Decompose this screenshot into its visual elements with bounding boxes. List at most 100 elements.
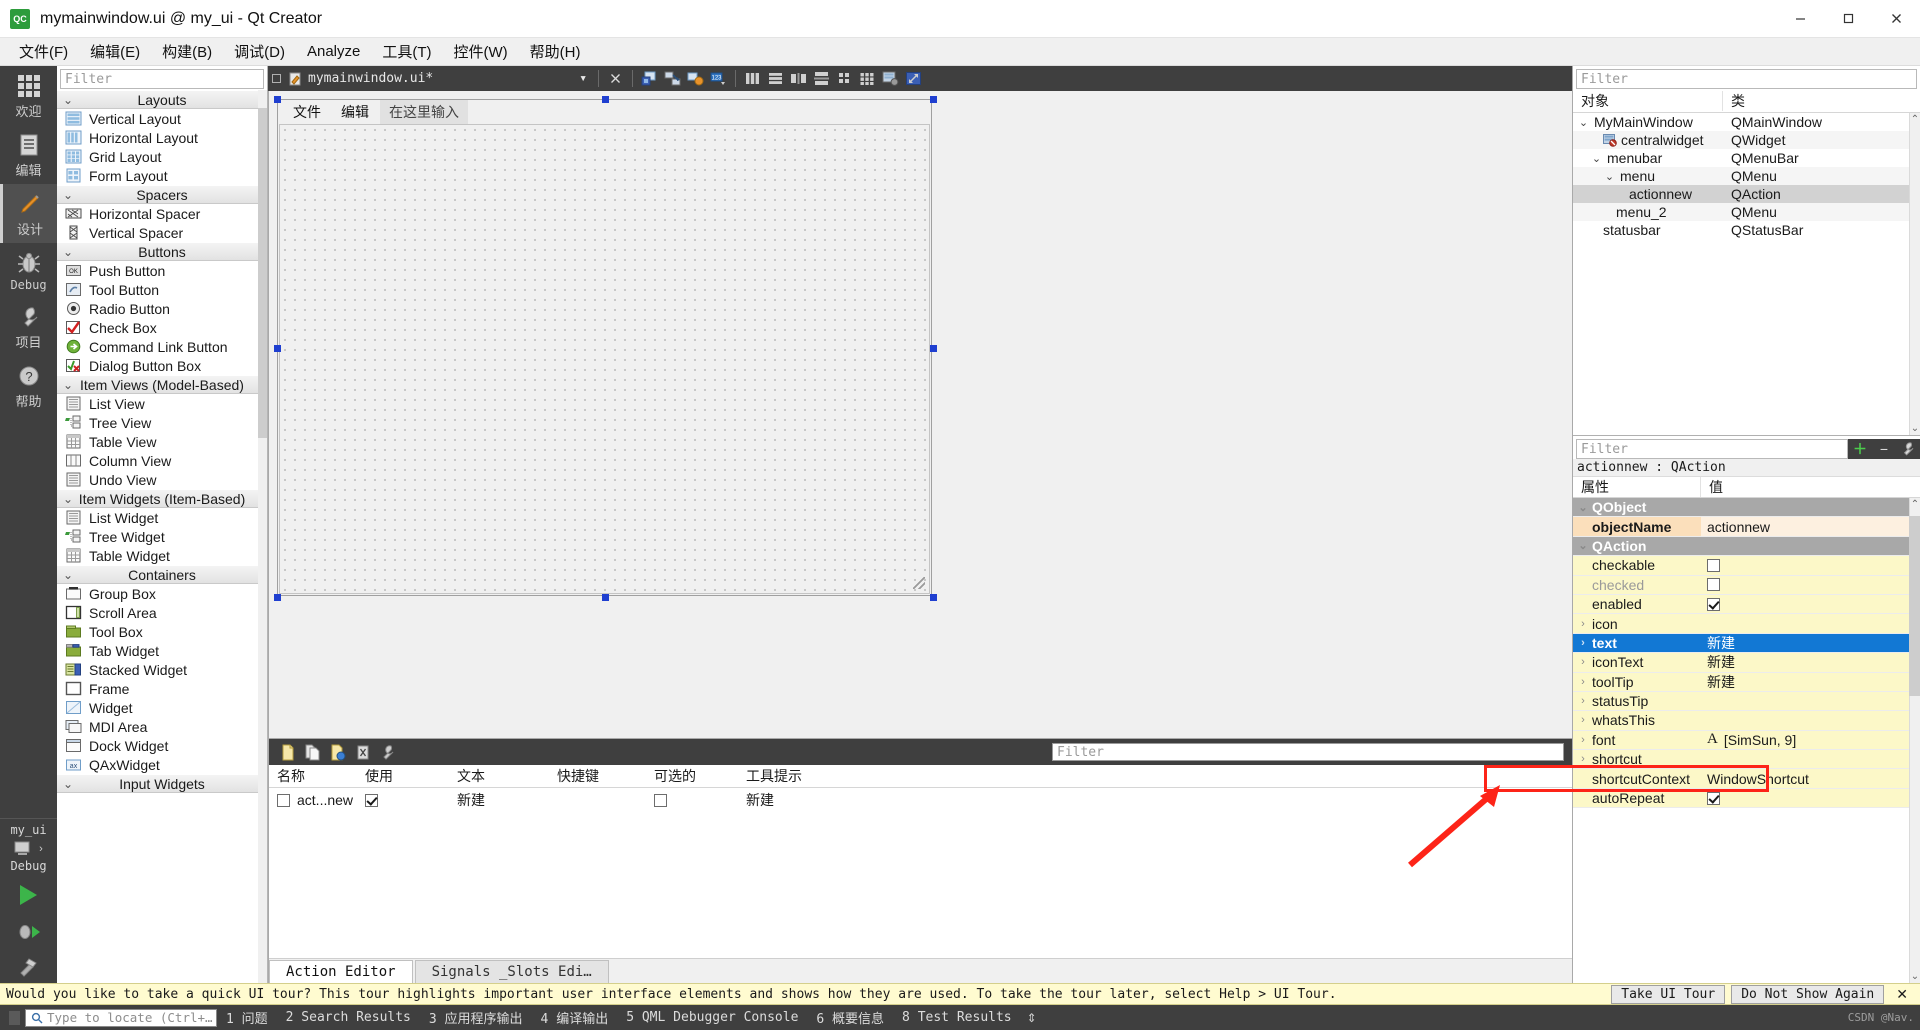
scroll-down-icon[interactable]: ⌄ xyxy=(1910,970,1920,983)
form-menu-bar[interactable]: 文件 编辑 在这里输入 xyxy=(278,99,931,124)
chevron-right-icon[interactable]: › xyxy=(1577,734,1589,746)
widget-push-button[interactable]: OK Push Button xyxy=(57,261,267,280)
row-select-checkbox[interactable] xyxy=(277,793,290,807)
widget-group-layouts[interactable]: ⌄ Layouts xyxy=(57,90,267,109)
widget-dialog-button-box[interactable]: Dialog Button Box xyxy=(57,356,267,375)
chevron-right-icon[interactable]: › xyxy=(1577,695,1589,707)
form-menu-placeholder[interactable]: 在这里输入 xyxy=(380,99,468,124)
property-checkbox[interactable] xyxy=(1707,597,1720,611)
chevron-right-icon[interactable]: › xyxy=(1577,637,1589,649)
property-row-checkable[interactable]: checkable xyxy=(1573,556,1920,576)
property-value[interactable]: 新建 xyxy=(1707,672,1735,692)
tree-row-actionnew[interactable]: actionnew QAction xyxy=(1573,185,1920,203)
property-table-body[interactable]: ⌄ QObject objectName actionnew ⌄ QAction xyxy=(1573,498,1920,983)
output-pane-compile-output[interactable]: 4 编译输出 xyxy=(532,1006,618,1029)
widget-undo-view[interactable]: Undo View xyxy=(57,470,267,489)
widget-box-scroll-thumb[interactable] xyxy=(258,108,267,438)
layout-vertically-icon[interactable] xyxy=(765,69,786,88)
property-value[interactable]: [SimSun, 9] xyxy=(1724,732,1796,748)
output-pane-test-results[interactable]: 8 Test Results xyxy=(893,1008,1021,1027)
output-pane-toggle-icon[interactable]: ⇕ xyxy=(1021,1011,1043,1025)
widget-tab-widget[interactable]: Tab Widget xyxy=(57,641,267,660)
menu-window[interactable]: 控件(W) xyxy=(443,38,519,65)
run-button[interactable] xyxy=(0,875,57,915)
form-editor-canvas[interactable]: 文件 编辑 在这里输入 xyxy=(268,91,1572,738)
size-grip-icon[interactable] xyxy=(913,577,925,589)
tab-action-editor[interactable]: Action Editor xyxy=(269,960,413,983)
chevron-down-icon[interactable]: ⌄ xyxy=(1603,170,1616,183)
widget-box-scrollbar[interactable] xyxy=(258,90,267,983)
property-value[interactable]: 新建 xyxy=(1707,633,1735,653)
output-pane-issues[interactable]: 1 问题 xyxy=(217,1006,277,1029)
widget-scroll-area[interactable]: Scroll Area xyxy=(57,603,267,622)
tab-signals-slots-editor[interactable]: Signals _Slots Edi… xyxy=(414,960,609,983)
widget-horizontal-layout[interactable]: Horizontal Layout xyxy=(57,128,267,147)
do-not-show-again-button[interactable]: Do Not Show Again xyxy=(1731,984,1885,1004)
selection-handle-mid-left[interactable] xyxy=(274,345,281,352)
chevron-right-icon[interactable]: › xyxy=(1577,618,1589,630)
widget-mdi-area[interactable]: MDI Area xyxy=(57,717,267,736)
property-value[interactable]: actionnew xyxy=(1707,519,1770,535)
remove-icon[interactable]: − xyxy=(1872,439,1896,459)
chevron-down-icon[interactable]: ⌄ xyxy=(1590,152,1603,165)
property-row-statustip[interactable]: › statusTip xyxy=(1573,691,1920,712)
open-document-combo[interactable]: mymainwindow.ui* ▾ xyxy=(283,70,592,87)
layout-horizontally-icon[interactable] xyxy=(742,69,763,88)
chevron-right-icon[interactable]: › xyxy=(1577,714,1589,726)
widget-column-view[interactable]: Column View xyxy=(57,451,267,470)
widget-box-list[interactable]: ⌄ Layouts Vertical Layout Horizontal Lay… xyxy=(57,90,267,983)
mode-welcome[interactable]: 欢迎 xyxy=(0,66,57,125)
property-value[interactable]: 新建 xyxy=(1707,652,1735,672)
layout-splitter-horizontal-icon[interactable] xyxy=(788,69,809,88)
tree-row-menubar[interactable]: ⌄ menubar QMenuBar xyxy=(1573,149,1920,167)
widget-check-box[interactable]: Check Box xyxy=(57,318,267,337)
widget-group-input-widgets[interactable]: ⌄ Input Widgets xyxy=(57,774,267,793)
property-row-tooltip[interactable]: › toolTip 新建 xyxy=(1573,672,1920,692)
widget-table-widget[interactable]: Table Widget xyxy=(57,546,267,565)
kit-selector[interactable]: my_ui › Debug xyxy=(0,818,57,875)
tree-row-menu2[interactable]: menu_2 QMenu xyxy=(1573,203,1920,221)
output-pane-qml-debugger[interactable]: 5 QML Debugger Console xyxy=(617,1008,807,1027)
menu-debug[interactable]: 调试(D) xyxy=(223,38,296,65)
widget-vertical-spacer[interactable]: Vertical Spacer xyxy=(57,223,267,242)
output-pane-application-output[interactable]: 3 应用程序输出 xyxy=(420,1006,532,1029)
menu-build[interactable]: 构建(B) xyxy=(151,38,223,65)
widget-tree-view[interactable]: Tree View xyxy=(57,413,267,432)
property-row-shortcut[interactable]: › shortcut xyxy=(1573,750,1920,770)
property-row-icontext[interactable]: › iconText 新建 xyxy=(1573,652,1920,673)
action-editor-table[interactable]: 名称 使用 文本 快捷键 可选的 工具提示 act...new 新建 新建 xyxy=(269,765,1572,958)
property-row-autorepeat[interactable]: autoRepeat xyxy=(1573,788,1920,809)
take-ui-tour-button[interactable]: Take UI Tour xyxy=(1611,984,1726,1004)
form-menu-edit[interactable]: 编辑 xyxy=(332,100,378,124)
edit-buddies-icon[interactable] xyxy=(685,69,706,88)
widget-group-buttons[interactable]: ⌄ Buttons xyxy=(57,242,267,261)
new-action-icon[interactable] xyxy=(277,743,298,762)
object-tree-scrollbar[interactable]: ⌃ ⌄ xyxy=(1909,113,1920,435)
menu-analyze[interactable]: Analyze xyxy=(296,40,371,63)
mode-debug[interactable]: Debug xyxy=(0,243,57,297)
widget-tool-box[interactable]: Tool Box xyxy=(57,622,267,641)
scroll-down-icon[interactable]: ⌄ xyxy=(1910,422,1920,435)
object-tree-body[interactable]: ⌄ MyMainWindow QMainWindow centralwidget… xyxy=(1573,113,1920,435)
mode-edit[interactable]: 编辑 xyxy=(0,125,57,184)
chevron-down-icon[interactable]: ⌄ xyxy=(1577,501,1589,514)
chevron-down-icon[interactable]: ⌄ xyxy=(1577,539,1589,552)
widget-group-containers[interactable]: ⌄ Containers xyxy=(57,565,267,584)
maximize-icon[interactable] xyxy=(1824,0,1872,37)
widget-tree-widget[interactable]: Tree Widget xyxy=(57,527,267,546)
widget-dock-widget[interactable]: Dock Widget xyxy=(57,736,267,755)
property-value[interactable]: WindowShortcut xyxy=(1707,771,1809,787)
menu-tools[interactable]: 工具(T) xyxy=(371,38,442,65)
table-row[interactable]: act...new 新建 新建 xyxy=(269,788,1572,812)
edit-widgets-icon[interactable] xyxy=(639,69,660,88)
widget-group-item-views[interactable]: ⌄ Item Views (Model-Based) xyxy=(57,375,267,394)
tree-row-statusbar[interactable]: statusbar QStatusBar xyxy=(1573,221,1920,239)
widget-group-spacers[interactable]: ⌄ Spacers xyxy=(57,185,267,204)
minimize-icon[interactable] xyxy=(1776,0,1824,37)
menu-file[interactable]: 文件(F) xyxy=(8,38,79,65)
output-pane-search-results[interactable]: 2 Search Results xyxy=(277,1008,420,1027)
widget-vertical-layout[interactable]: Vertical Layout xyxy=(57,109,267,128)
paste-action-icon[interactable] xyxy=(327,743,348,762)
widget-list-widget[interactable]: List Widget xyxy=(57,508,267,527)
mode-design[interactable]: 设计 xyxy=(0,184,57,243)
